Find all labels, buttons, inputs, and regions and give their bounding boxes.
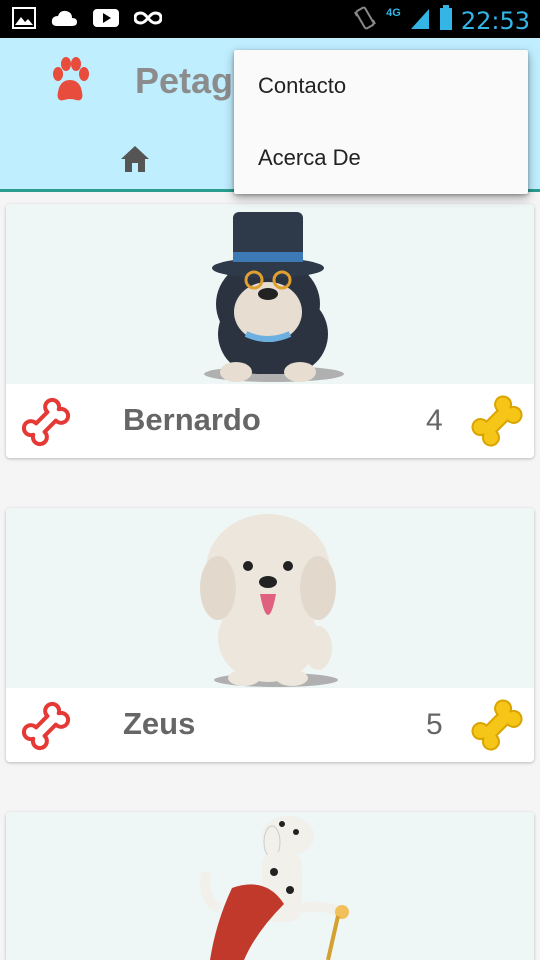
dalmatian-illustration xyxy=(200,816,349,960)
white-dog-illustration xyxy=(200,514,338,687)
rating-bone-icon xyxy=(466,694,528,756)
youtube-icon xyxy=(92,8,120,33)
tab-home-icon[interactable] xyxy=(118,142,152,176)
signal-icon xyxy=(409,5,431,36)
menu-item-acerca-de[interactable]: Acerca De xyxy=(234,122,528,194)
status-bar: 4G 22:53 xyxy=(0,0,540,38)
menu-item-contacto[interactable]: Contacto xyxy=(234,50,528,122)
network-type: 4G xyxy=(386,6,401,19)
pet-name: Bernardo xyxy=(123,402,261,437)
paw-logo-icon xyxy=(50,56,90,104)
rating-bone-icon xyxy=(466,390,528,452)
like-bone-icon[interactable] xyxy=(16,696,76,756)
battery-icon xyxy=(439,5,453,36)
like-bone-icon[interactable] xyxy=(16,392,76,452)
like-count: 5 xyxy=(426,708,443,741)
infinity-icon xyxy=(133,8,163,33)
pet-photo xyxy=(6,508,534,688)
overflow-menu: Contacto Acerca De xyxy=(234,50,528,194)
clock: 22:53 xyxy=(460,6,530,35)
pet-photo xyxy=(6,812,534,960)
pet-name: Zeus xyxy=(123,706,196,741)
cloud-icon xyxy=(50,8,78,33)
pet-photo xyxy=(6,204,534,384)
like-count: 4 xyxy=(426,404,443,437)
vibrate-icon xyxy=(352,4,378,37)
pet-card xyxy=(6,812,534,960)
app-title: Petag xyxy=(135,60,234,101)
bulldog-illustration xyxy=(204,212,344,382)
gallery-icon xyxy=(12,7,36,34)
pet-card: Bernardo 4 xyxy=(6,204,534,458)
pet-card: Zeus 5 xyxy=(6,508,534,762)
